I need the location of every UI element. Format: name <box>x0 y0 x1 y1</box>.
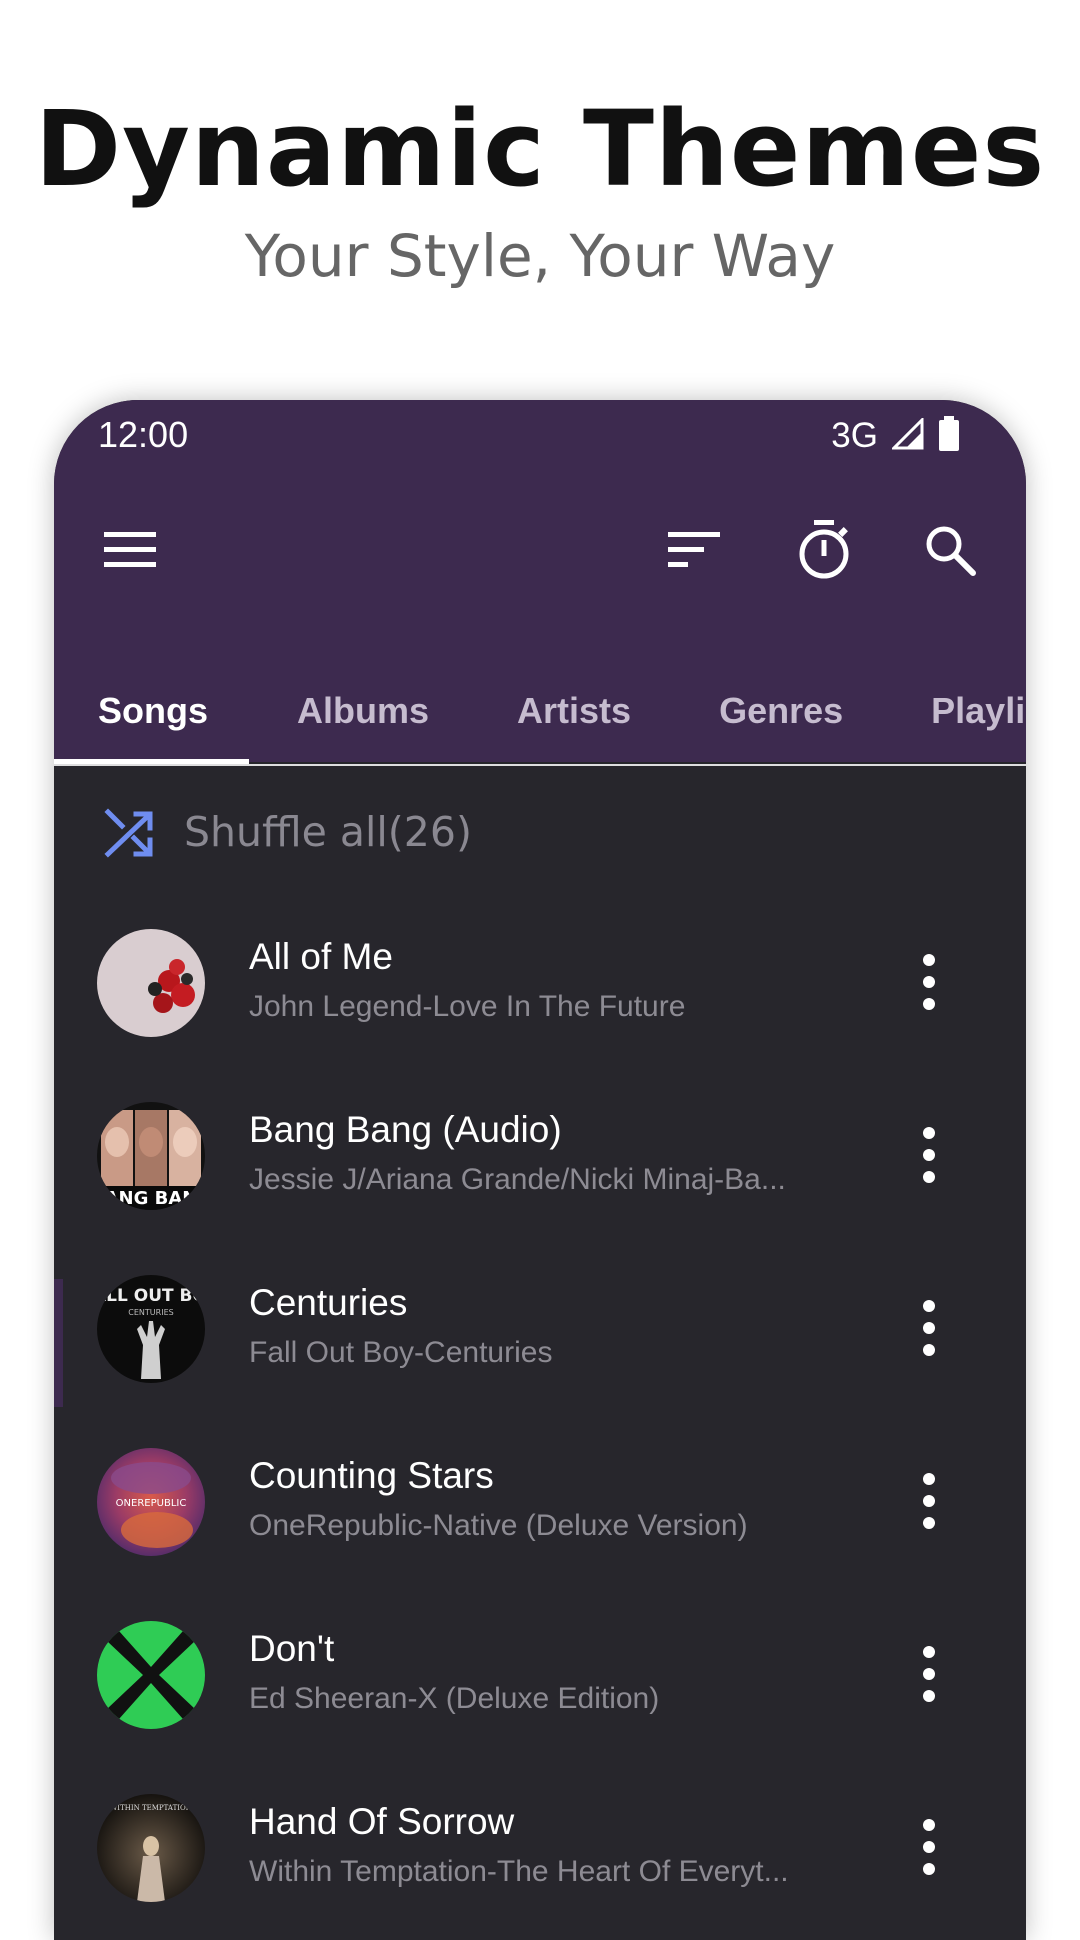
svg-text:ONEREPUBLIC: ONEREPUBLIC <box>116 1498 187 1509</box>
more-options-icon[interactable] <box>909 1123 949 1187</box>
tab-albums[interactable]: Albums <box>297 660 429 762</box>
more-options-icon[interactable] <box>909 1815 949 1879</box>
song-subtitle: Fall Out Boy-Centuries <box>249 1336 553 1369</box>
svg-text:WITHIN TEMPTATION: WITHIN TEMPTATION <box>110 1804 192 1812</box>
tab-divider <box>54 764 1026 766</box>
song-row[interactable]: Don't Ed Sheeran-X (Deluxe Edition) <box>54 1590 1026 1763</box>
svg-text:ANG BAN: ANG BAN <box>105 1188 198 1209</box>
menu-icon <box>104 532 156 567</box>
sleep-timer-button[interactable] <box>784 510 864 590</box>
shuffle-all-label: Shuffle all(26) <box>184 808 472 856</box>
tab-bar: Songs Albums Artists Genres Playlis <box>54 660 1026 762</box>
sort-button[interactable] <box>654 510 734 590</box>
tab-songs[interactable]: Songs <box>98 660 208 762</box>
more-options-icon[interactable] <box>909 1469 949 1533</box>
album-art: WITHIN TEMPTATION <box>97 1794 205 1902</box>
song-row[interactable]: All of Me John Legend-Love In The Future <box>54 898 1026 1071</box>
svg-text:FALL OUT BOY: FALL OUT BOY <box>97 1286 205 1306</box>
network-type: 3G <box>831 416 878 455</box>
signal-icon <box>890 416 924 454</box>
app-header: 12:00 3G Songs Albums Artists Genres Pla… <box>54 400 1026 764</box>
song-subtitle: Ed Sheeran-X (Deluxe Edition) <box>249 1682 660 1715</box>
album-art: ONEREPUBLIC <box>97 1448 205 1556</box>
shuffle-all-button[interactable]: Shuffle all(26) <box>54 768 1026 898</box>
song-subtitle: OneRepublic-Native (Deluxe Version) <box>249 1509 748 1542</box>
search-button[interactable] <box>910 510 990 590</box>
tab-playlists[interactable]: Playlis <box>931 660 1026 762</box>
menu-button[interactable] <box>90 510 170 590</box>
song-title: Bang Bang (Audio) <box>249 1109 562 1150</box>
tab-genres[interactable]: Genres <box>719 660 843 762</box>
album-art: ANG BAN <box>97 1102 205 1210</box>
now-playing-indicator <box>54 1279 63 1407</box>
song-subtitle: Jessie J/Ariana Grande/Nicki Minaj-Ba... <box>249 1163 786 1196</box>
promo-title: Dynamic Themes <box>34 88 1046 210</box>
sort-icon <box>668 532 720 567</box>
song-title: Counting Stars <box>249 1455 494 1496</box>
album-art <box>97 929 205 1037</box>
song-row[interactable]: FALL OUT BOY CENTURIES Centuries Fall Ou… <box>54 1244 1026 1417</box>
song-title: Centuries <box>249 1282 408 1323</box>
song-row[interactable]: ONEREPUBLIC Counting Stars OneRepublic-N… <box>54 1417 1026 1590</box>
album-art: FALL OUT BOY CENTURIES <box>97 1275 205 1383</box>
more-options-icon[interactable] <box>909 1296 949 1360</box>
song-row[interactable]: ANG BAN Bang Bang (Audio) Jessie J/Arian… <box>54 1071 1026 1244</box>
timer-icon <box>799 520 849 579</box>
search-icon <box>926 526 976 576</box>
song-subtitle: John Legend-Love In The Future <box>249 990 686 1023</box>
status-icons: 3G <box>831 416 960 456</box>
shuffle-icon <box>104 808 153 858</box>
status-time: 12:00 <box>98 414 189 455</box>
more-options-icon[interactable] <box>909 950 949 1014</box>
tab-artists[interactable]: Artists <box>517 660 631 762</box>
phone-frame: 12:00 3G Songs Albums Artists Genres Pla… <box>54 400 1026 1940</box>
promo-subtitle: Your Style, Your Way <box>244 222 836 290</box>
song-title: Don't <box>249 1628 335 1669</box>
battery-icon <box>938 416 960 456</box>
song-row[interactable]: WITHIN TEMPTATION Hand Of Sorrow Within … <box>54 1763 1026 1936</box>
song-subtitle: Within Temptation-The Heart Of Everyt... <box>249 1855 789 1888</box>
album-art <box>97 1621 205 1729</box>
song-title: All of Me <box>249 936 393 977</box>
svg-text:CENTURIES: CENTURIES <box>128 1308 173 1317</box>
song-title: Hand Of Sorrow <box>249 1801 515 1842</box>
more-options-icon[interactable] <box>909 1642 949 1706</box>
